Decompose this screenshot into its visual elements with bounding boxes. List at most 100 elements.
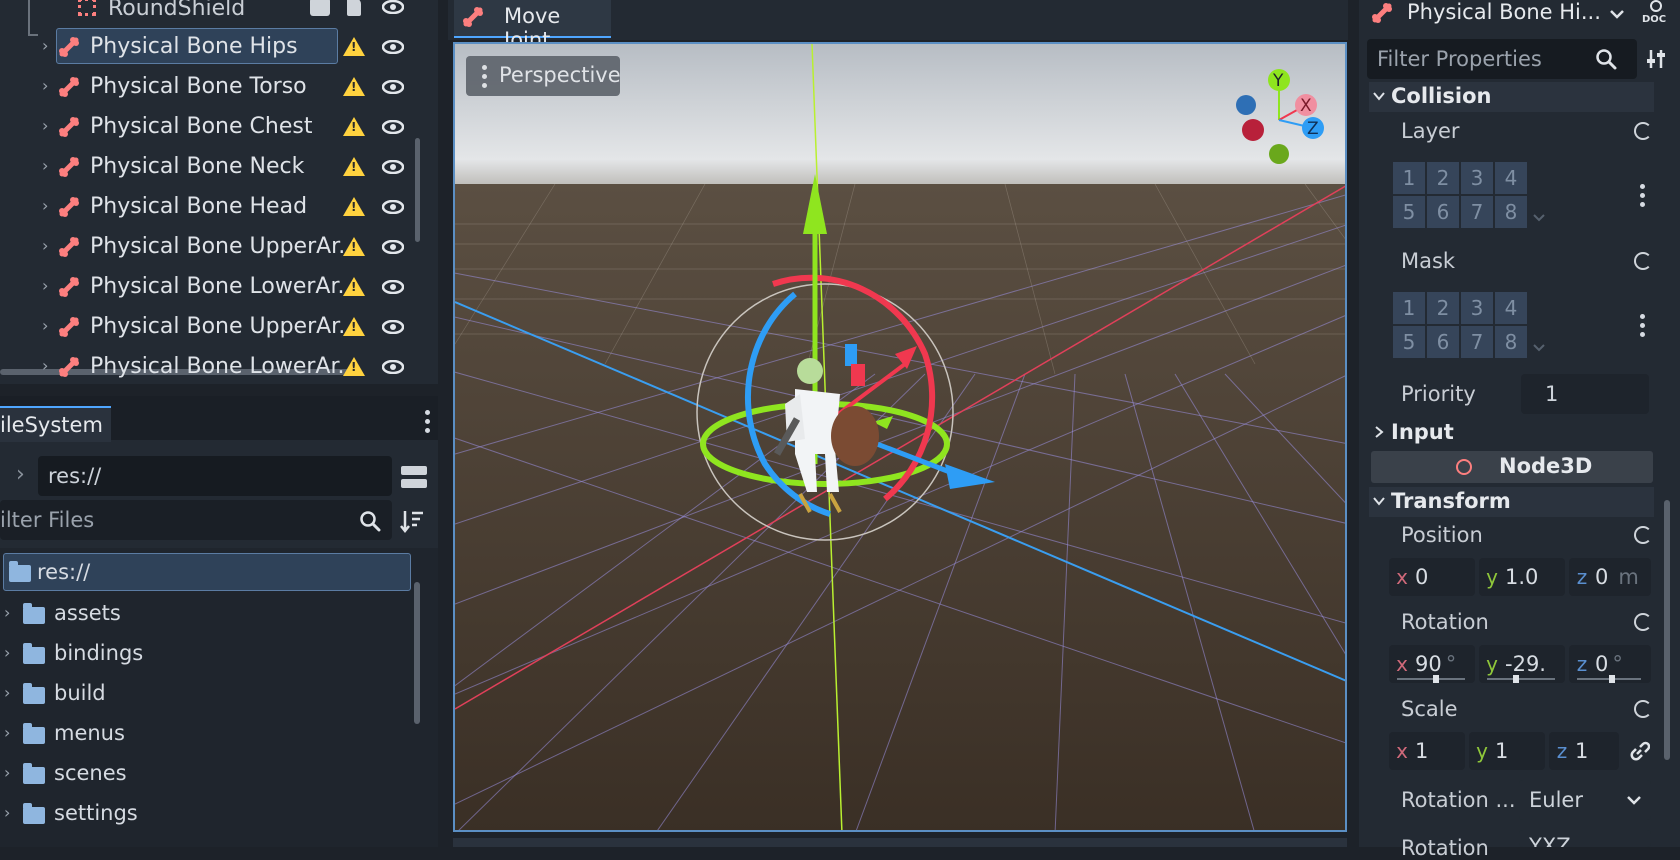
warning-icon[interactable] [343,277,365,296]
revert-icon[interactable] [1634,526,1652,544]
history-forward-icon[interactable]: › [16,462,25,487]
layer-bit[interactable]: 3 [1461,162,1493,194]
tab-filesystem[interactable]: ileSystem [0,406,111,442]
script-icon[interactable] [310,0,330,16]
layer-bit[interactable]: 7 [1461,196,1493,228]
expand-arrow-icon[interactable]: › [42,356,56,375]
tree-row-upperarm-1[interactable]: › Physical Bone UpperAr... [0,227,410,267]
input-section-header[interactable]: Input [1369,418,1654,448]
warning-icon[interactable] [343,317,365,336]
revert-icon[interactable] [1634,122,1652,140]
slider-grabber[interactable] [1513,675,1519,683]
file-row-folder[interactable]: › scenes [0,754,408,794]
expand-arrow-icon[interactable]: › [4,643,18,662]
tree-row-chest[interactable]: › Physical Bone Chest [0,107,410,147]
scale-x-field[interactable]: x1 [1389,732,1465,770]
tree-scrollbar[interactable] [415,138,420,242]
warning-icon[interactable] [343,237,365,256]
visibility-eye-icon[interactable] [382,240,404,254]
expand-arrow-icon[interactable]: › [42,116,56,135]
rotation-z-slider[interactable] [1577,675,1641,683]
chevron-down-icon[interactable] [1609,8,1625,20]
visibility-eye-icon[interactable] [382,0,404,14]
expand-arrow-icon[interactable]: › [42,316,56,335]
tree-row-neck[interactable]: › Physical Bone Neck [0,147,410,187]
mask-bit[interactable]: 7 [1461,326,1493,358]
tree-row-torso[interactable]: › Physical Bone Torso [0,67,410,107]
move-joint-button[interactable]: Move Joint [454,0,611,52]
link-icon[interactable] [1628,741,1650,763]
warning-icon[interactable] [343,77,365,96]
visibility-eye-icon[interactable] [382,200,404,214]
expand-arrow-icon[interactable]: › [42,76,56,95]
rotation-x-slider[interactable] [1397,675,1465,683]
rotation-z-field[interactable]: z 0 ° [1569,645,1651,683]
tree-row-head[interactable]: › Physical Bone Head [0,187,410,227]
rotation-x-field[interactable]: x 90 ° [1389,645,1475,683]
path-input[interactable]: res:// [38,456,392,496]
perspective-menu-button[interactable]: Perspective [466,56,621,96]
scale-z-field[interactable]: z1 [1549,732,1619,770]
inspector-scrollbar[interactable] [1664,500,1670,760]
expand-arrow-icon[interactable]: › [42,156,56,175]
file-row-folder[interactable]: › bindings [0,634,408,674]
mask-bit[interactable]: 2 [1427,292,1459,324]
visibility-eye-icon[interactable] [382,120,404,134]
layer-bit[interactable]: 8 [1495,196,1527,228]
viewport-3d[interactable]: Perspective Y X Z [453,42,1347,832]
file-row-folder[interactable]: › assets [0,594,408,634]
layer-bit[interactable]: 5 [1393,196,1425,228]
revert-icon[interactable] [1634,252,1652,270]
warning-icon[interactable] [343,37,365,56]
expand-arrow-icon[interactable]: › [4,803,18,822]
collision-section-header[interactable]: Collision [1369,82,1654,112]
file-row-root[interactable]: res:// [3,553,411,591]
mask-bit[interactable]: 8 [1495,326,1527,358]
expand-bits-icon[interactable] [1533,344,1545,352]
expand-arrow-icon[interactable]: › [42,196,56,215]
mask-bit[interactable]: 3 [1461,292,1493,324]
tree-row-lowerarm-1[interactable]: › Physical Bone LowerAr... [0,267,410,307]
priority-field[interactable]: 1 [1521,374,1649,414]
visibility-eye-icon[interactable] [382,160,404,174]
mask-bit[interactable]: 5 [1393,326,1425,358]
rotation-order-select[interactable]: YXZ [1519,830,1651,847]
rotation-y-field[interactable]: y -29. [1479,645,1565,683]
visibility-eye-icon[interactable] [382,280,404,294]
visibility-eye-icon[interactable] [382,360,404,374]
inspector-node-name[interactable]: Physical Bone Hi... [1407,0,1601,24]
warning-icon[interactable] [343,357,365,376]
filter-files-input[interactable]: ilter Files [0,500,392,540]
position-z-field[interactable]: z0m [1569,558,1651,596]
layer-bit[interactable]: 4 [1495,162,1527,194]
panel-menu-icon[interactable] [425,410,430,437]
layer-bit[interactable]: 6 [1427,196,1459,228]
expand-arrow-icon[interactable]: › [4,683,18,702]
warning-icon[interactable] [343,197,365,216]
file-tree-scrollbar[interactable] [414,582,420,724]
mask-bit[interactable]: 4 [1495,292,1527,324]
expand-arrow-icon[interactable]: › [42,236,56,255]
position-x-field[interactable]: x0 [1389,558,1475,596]
layer-bits-grid[interactable]: 1 2 3 4 5 6 7 8 [1393,162,1527,228]
mask-menu-icon[interactable] [1640,314,1645,341]
expand-bits-icon[interactable] [1533,214,1545,222]
visibility-eye-icon[interactable] [382,80,404,94]
transform-section-header[interactable]: Transform [1369,487,1654,517]
file-row-folder[interactable]: › menus [0,714,408,754]
expand-arrow-icon[interactable]: › [42,276,56,295]
orientation-gizmo[interactable]: Y X Z [1221,62,1331,172]
sort-icon[interactable] [399,508,425,534]
doc-button[interactable]: DOC [1640,0,1672,30]
expand-arrow-icon[interactable]: › [4,723,18,742]
tree-row-hips[interactable]: › Physical Bone Hips [0,27,410,67]
layer-menu-icon[interactable] [1640,184,1645,211]
revert-icon[interactable] [1634,613,1652,631]
revert-icon[interactable] [1634,700,1652,718]
tree-row-upperarm-2[interactable]: › Physical Bone UpperAr... [0,307,410,347]
slider-grabber[interactable] [1433,675,1439,683]
tree-row-lowerarm-2[interactable]: › Physical Bone LowerAr... [0,347,410,387]
expand-arrow-icon[interactable]: › [42,36,56,55]
chevron-down-icon[interactable] [1627,795,1641,805]
expand-arrow-icon[interactable]: › [4,763,18,782]
